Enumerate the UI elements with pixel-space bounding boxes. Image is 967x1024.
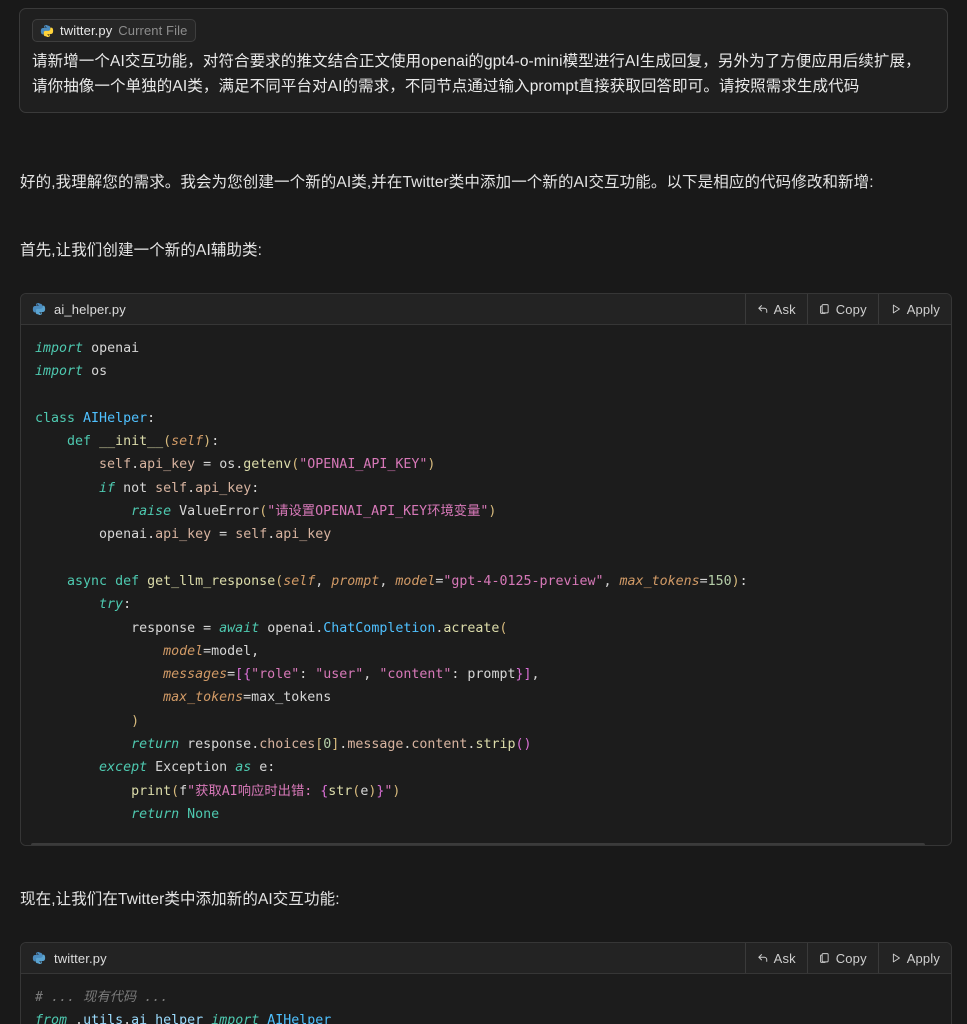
code-block-twitter: twitter.py Ask — [20, 942, 952, 1024]
code-block-ai-helper: ai_helper.py Ask — [20, 293, 952, 846]
context-file-name: twitter.py — [60, 23, 112, 38]
python-icon — [32, 951, 46, 965]
play-triangle-icon — [890, 952, 902, 964]
code-block-actions: Ask Copy — [745, 294, 951, 324]
code-block-filename: twitter.py — [54, 951, 107, 966]
code-text[interactable]: import openai import os class AIHelper: … — [21, 337, 951, 826]
code-body: # ... 现有代码 ... from .utils.ai_helper imp… — [21, 974, 951, 1024]
copy-button[interactable]: Copy — [807, 294, 878, 324]
python-icon — [32, 302, 46, 316]
apply-button[interactable]: Apply — [878, 943, 951, 973]
python-icon — [40, 24, 54, 38]
copy-icon — [819, 303, 831, 315]
reply-arrow-icon — [757, 952, 769, 964]
apply-button-label: Apply — [907, 302, 940, 317]
ask-button-label: Ask — [774, 951, 796, 966]
chat-panel: twitter.py Current File 请新增一个AI交互功能，对符合要… — [0, 0, 967, 1024]
copy-button[interactable]: Copy — [807, 943, 878, 973]
assistant-paragraph-3: 现在,让我们在Twitter类中添加新的AI交互功能: — [20, 887, 948, 913]
context-file-sublabel: Current File — [118, 23, 187, 38]
code-block-title: ai_helper.py — [21, 294, 745, 324]
user-message-bubble: twitter.py Current File 请新增一个AI交互功能，对符合要… — [19, 8, 948, 113]
code-text[interactable]: # ... 现有代码 ... from .utils.ai_helper imp… — [21, 986, 951, 1024]
ask-button[interactable]: Ask — [745, 294, 807, 324]
code-horizontal-scrollbar[interactable] — [31, 843, 925, 846]
copy-button-label: Copy — [836, 302, 867, 317]
apply-button[interactable]: Apply — [878, 294, 951, 324]
reply-arrow-icon — [757, 303, 769, 315]
ask-button-label: Ask — [774, 302, 796, 317]
assistant-paragraph-1: 好的,我理解您的需求。我会为您创建一个新的AI类,并在Twitter类中添加一个… — [20, 170, 948, 196]
context-file-pill[interactable]: twitter.py Current File — [32, 19, 196, 42]
apply-button-label: Apply — [907, 951, 940, 966]
assistant-paragraph-2: 首先,让我们创建一个新的AI辅助类: — [20, 238, 948, 264]
code-body: import openai import os class AIHelper: … — [21, 325, 951, 846]
play-triangle-icon — [890, 303, 902, 315]
code-block-title: twitter.py — [21, 943, 745, 973]
code-block-filename: ai_helper.py — [54, 302, 126, 317]
ask-button[interactable]: Ask — [745, 943, 807, 973]
copy-button-label: Copy — [836, 951, 867, 966]
scrollbar-thumb[interactable] — [31, 843, 925, 846]
copy-icon — [819, 952, 831, 964]
code-block-actions: Ask Copy — [745, 943, 951, 973]
user-message-text: 请新增一个AI交互功能，对符合要求的推文结合正文使用openai的gpt4-o-… — [32, 49, 935, 99]
code-block-header: ai_helper.py Ask — [21, 294, 951, 325]
code-block-header: twitter.py Ask — [21, 943, 951, 974]
